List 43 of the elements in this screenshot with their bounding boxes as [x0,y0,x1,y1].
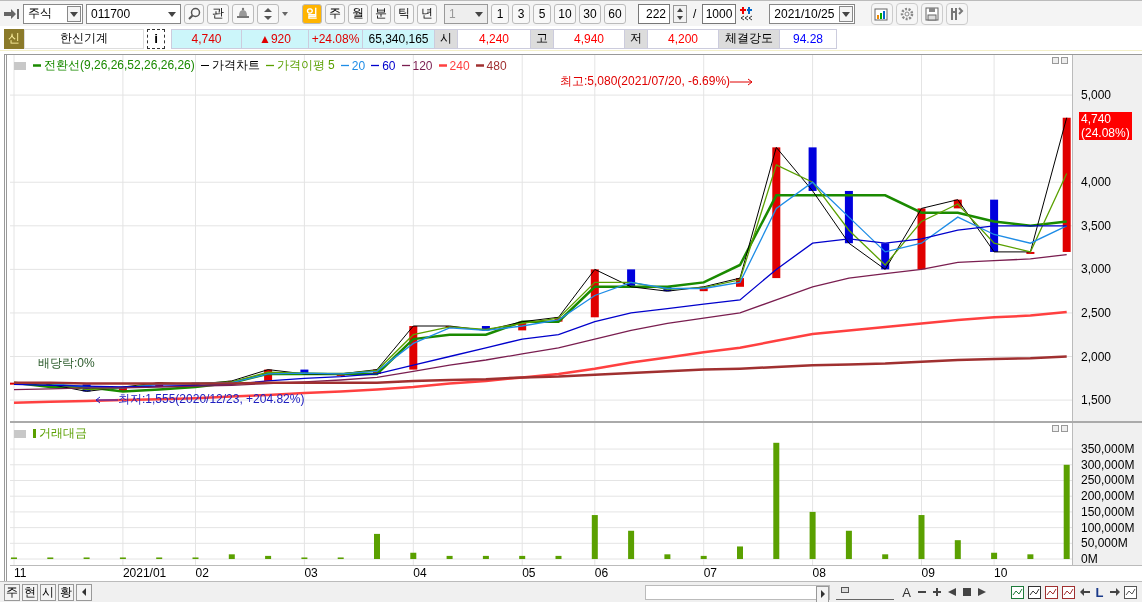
date-label: 2021/01 [122,566,167,581]
date-label: 10 [994,566,1008,581]
date-label: 03 [304,566,318,581]
last-price-tag: 4,740 (24.08%) [1079,111,1132,140]
date-label: 11 [14,566,27,581]
stat-label: 체결강도 [719,28,780,49]
date-label: 02 [195,566,209,581]
high-price-note: 최고:5,080(2021/07/20, -6.69%) [560,73,731,90]
axis-label: 2,500 [1081,305,1112,320]
separator-text: / [692,6,698,21]
stat-value: 4,240 [458,28,531,49]
stat-value: 94.28 [780,28,837,49]
stat-label: 저 [625,28,648,49]
date-label: 09 [921,566,935,581]
axis-label: 4,000 [1081,175,1112,190]
axis-label: 350,000M [1081,442,1135,457]
change-percent: +24.08% [309,28,363,49]
axis-label: 150,000M [1081,504,1135,519]
axis-label: 200,000M [1081,489,1135,504]
axis-label: 250,000M [1081,473,1135,488]
axis-label: 1,500 [1081,393,1112,408]
stat-label: 시 [435,28,458,49]
price-value: 4,740 [171,28,242,49]
date-label: 04 [413,566,427,581]
stat-value: 4,200 [648,28,719,49]
credit-badge: 신 [4,28,24,49]
axis-label: 5,000 [1081,88,1112,103]
axis-label: 2,000 [1081,349,1112,364]
axis-label: 50,000M [1081,536,1128,551]
axis-label: 100,000M [1081,520,1135,535]
date-label: 07 [703,566,718,581]
date-label: 08 [812,566,826,581]
stat-label: 고 [531,28,554,49]
stat-value: 4,940 [554,28,625,49]
axis-label: 3,000 [1081,262,1112,277]
volume-value: 65,340,165 [363,28,435,49]
axis-label: 0M [1081,552,1098,566]
change-value: ▲920 [242,28,309,49]
axis-label: 300,000M [1081,457,1135,472]
date-label: 05 [522,566,536,581]
date-label: 06 [594,566,609,581]
dividend-note: 배당락:0% [38,355,95,372]
axis-label: 3,500 [1081,218,1112,233]
